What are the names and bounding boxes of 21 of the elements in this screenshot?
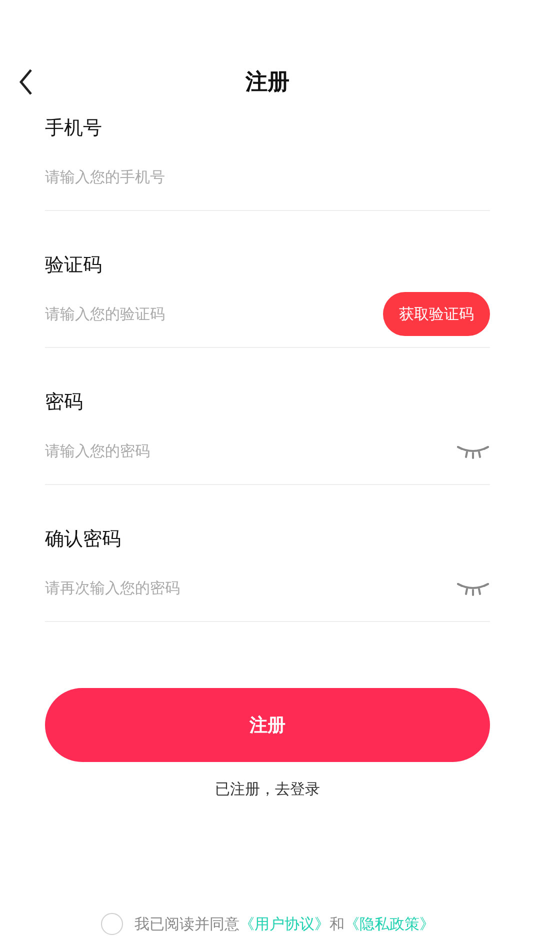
show-password-button[interactable] (456, 580, 490, 596)
agreement-text: 我已阅读并同意《用户协议》和《隐私政策》 (134, 914, 434, 934)
field-label: 确认密码 (45, 527, 122, 552)
page-title: 注册 (246, 69, 290, 97)
closed-eye-icon (456, 580, 490, 596)
get-code-button[interactable]: 获取验证码 (383, 292, 490, 336)
field-label: 验证码 (45, 253, 103, 278)
agreement-link[interactable]: 《用户协议》 (240, 914, 330, 932)
register-button[interactable]: 注册 (45, 688, 490, 762)
input-field[interactable]: 请输入您的密码 (45, 436, 456, 466)
input-field[interactable]: 请再次输入您的密码 (45, 573, 456, 603)
field-label: 手机号 (45, 116, 103, 141)
show-password-button[interactable] (456, 443, 490, 459)
input-field[interactable]: 请输入您的手机号 (45, 162, 490, 192)
closed-eye-icon (456, 443, 490, 459)
login-link[interactable]: 已注册，去登录 (215, 780, 320, 799)
field-label: 密码 (45, 390, 84, 415)
back-icon (18, 68, 34, 96)
agree-checkbox[interactable] (100, 913, 122, 935)
input-field[interactable]: 请输入您的验证码 (45, 299, 383, 329)
agreement-link[interactable]: 《隐私政策》 (344, 914, 434, 932)
